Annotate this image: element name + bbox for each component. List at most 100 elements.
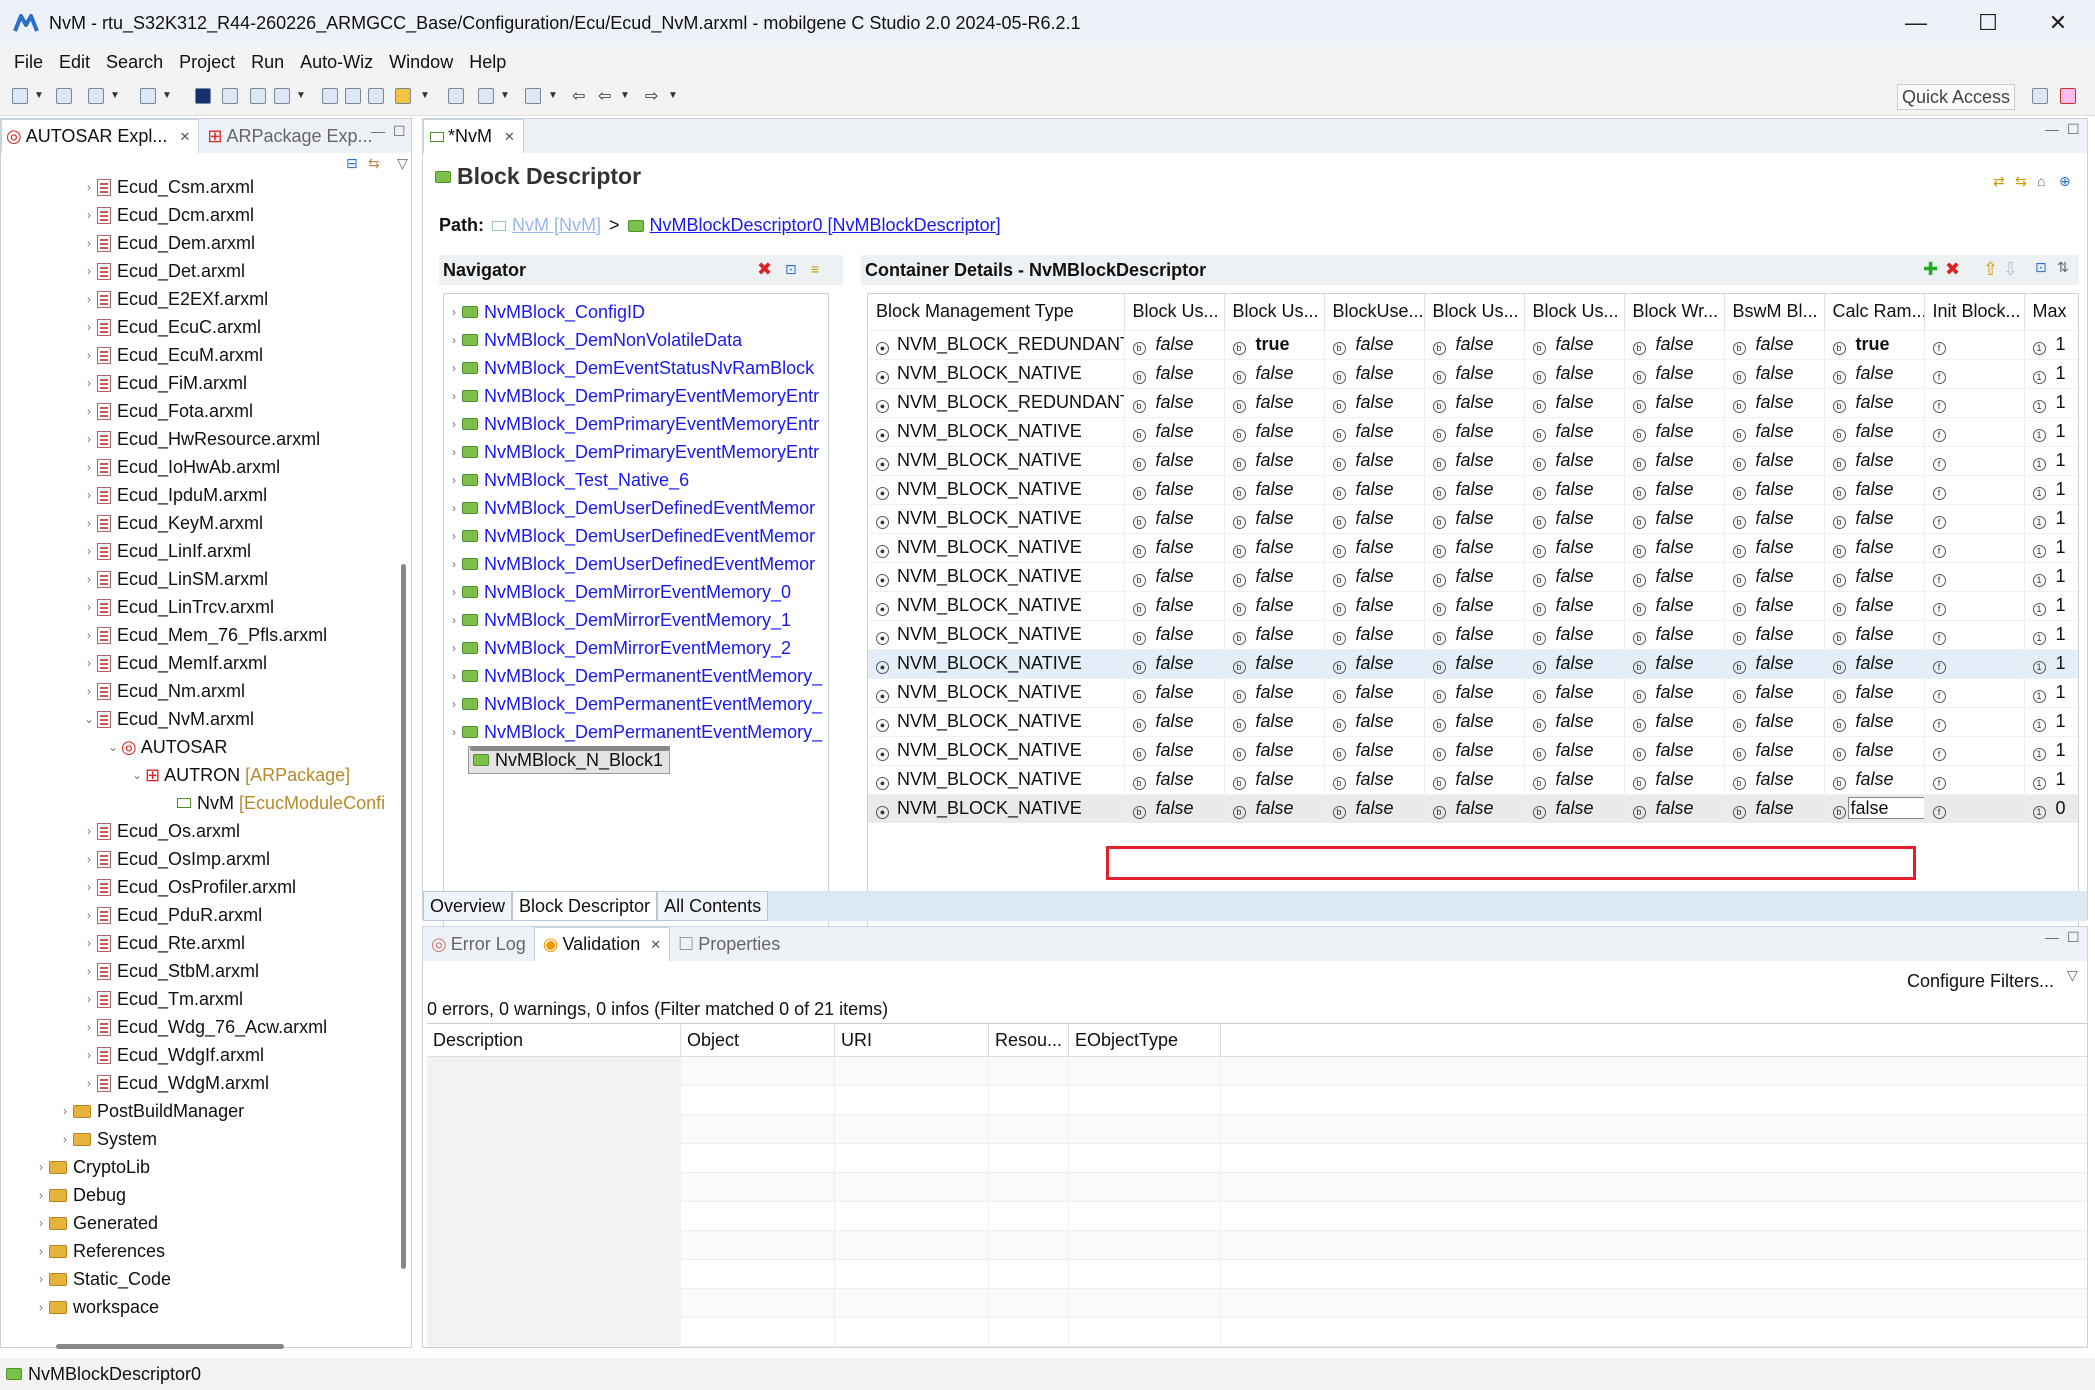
tree-item-file[interactable]: › Ecud_IpduM.arxml xyxy=(81,481,267,509)
minimize-icon[interactable]: — xyxy=(2045,929,2059,945)
tree-item-file[interactable]: › Ecud_KeyM.arxml xyxy=(81,509,263,537)
tool-icon[interactable] xyxy=(250,88,266,104)
column-header[interactable]: Init Block... xyxy=(1924,294,2025,330)
cell-max[interactable]: 11 xyxy=(2024,329,2078,359)
chevron-right-icon[interactable]: › xyxy=(81,208,97,222)
tree-item-nvm[interactable]: NvM [EcucModuleConfi xyxy=(177,789,385,817)
cell-management-type[interactable]: ● NVM_BLOCK_NATIVE xyxy=(868,590,1125,620)
cell-boolean[interactable]: b false xyxy=(1724,329,1825,359)
terminal-icon[interactable] xyxy=(195,88,211,104)
dropdown-icon[interactable]: ▼ xyxy=(34,90,44,101)
minimize-button[interactable]: — xyxy=(1885,0,1947,46)
dropdown-icon[interactable]: ▼ xyxy=(548,90,558,101)
cell-init-block[interactable]: f xyxy=(1924,532,2025,562)
menu-search[interactable]: Search xyxy=(106,52,163,73)
tree-item-file[interactable]: › Ecud_Tm.arxml xyxy=(81,985,243,1013)
dropdown-icon[interactable]: ▼ xyxy=(420,90,430,101)
tree-item-file[interactable]: › Ecud_EcuC.arxml xyxy=(81,313,261,341)
navigator-item[interactable]: › NvMBlock_DemPermanentEventMemory_ xyxy=(446,662,822,690)
cell-boolean[interactable]: b false xyxy=(1524,735,1625,765)
table-row[interactable]: ● NVM_BLOCK_NATIVE b false b false b false b fals… xyxy=(868,677,2078,707)
table-row[interactable]: ● NVM_BLOCK_NATIVE b false b false b false b fals… xyxy=(868,619,2078,649)
cell-boolean[interactable]: b false xyxy=(1524,416,1625,446)
cell-init-block[interactable]: f xyxy=(1924,474,2025,504)
column-header[interactable]: Block Wr... xyxy=(1624,294,1725,330)
cell-boolean[interactable]: b false xyxy=(1124,503,1225,533)
cell-boolean[interactable]: b false xyxy=(1824,706,1925,736)
cell-boolean[interactable]: b false xyxy=(1624,648,1725,678)
column-header[interactable]: Calc Ram... xyxy=(1824,294,1925,330)
close-icon[interactable]: ✕ xyxy=(179,129,190,145)
cell-max[interactable]: 11 xyxy=(2024,358,2078,388)
cell-boolean[interactable]: b false xyxy=(1724,561,1825,591)
cell-boolean[interactable]: b false xyxy=(1224,561,1325,591)
chevron-right-icon[interactable]: › xyxy=(446,697,462,711)
cell-management-type[interactable]: ● NVM_BLOCK_NATIVE xyxy=(868,503,1125,533)
menu-help[interactable]: Help xyxy=(469,52,506,73)
chevron-right-icon[interactable]: › xyxy=(33,1216,49,1230)
cell-boolean[interactable]: b false xyxy=(1624,706,1725,736)
column-header[interactable]: EObjectType xyxy=(1069,1024,1221,1058)
navigator-item[interactable]: › NvMBlock_ConfigID xyxy=(446,298,645,326)
dropdown-icon[interactable]: ▼ xyxy=(668,90,678,101)
cell-boolean[interactable]: b false xyxy=(1424,735,1525,765)
back-icon[interactable]: ⇦ xyxy=(572,86,585,106)
cell-init-block[interactable]: f xyxy=(1924,445,2025,475)
configure-filters-button[interactable]: Configure Filters... xyxy=(1907,971,2054,992)
cell-boolean[interactable]: b false xyxy=(1724,735,1825,765)
tree-item-file[interactable]: › Ecud_Csm.arxml xyxy=(81,173,254,201)
close-button[interactable]: ✕ xyxy=(2027,0,2089,46)
cell-boolean[interactable]: b false xyxy=(1224,445,1325,475)
cell-boolean[interactable]: b false xyxy=(1524,387,1625,417)
cell-management-type[interactable]: ● NVM_BLOCK_NATIVE xyxy=(868,677,1125,707)
cell-boolean[interactable]: b false xyxy=(1624,445,1725,475)
open-perspective-icon[interactable] xyxy=(2032,88,2048,104)
chevron-right-icon[interactable]: › xyxy=(81,544,97,558)
cell-management-type[interactable]: ● NVM_BLOCK_NATIVE xyxy=(868,416,1125,446)
tree-item-file[interactable]: › Ecud_LinSM.arxml xyxy=(81,565,268,593)
cell-max[interactable]: 11 xyxy=(2024,706,2078,736)
menu-auto-wiz[interactable]: Auto-Wiz xyxy=(300,52,373,73)
save-icon[interactable] xyxy=(56,88,72,104)
cell-boolean[interactable]: b false xyxy=(1824,590,1925,620)
tree-item-folder[interactable]: › Generated xyxy=(33,1209,158,1237)
cell-boolean[interactable]: b false xyxy=(1224,387,1325,417)
chevron-right-icon[interactable]: › xyxy=(81,404,97,418)
cell-init-block[interactable]: f xyxy=(1924,764,2025,794)
cell-management-type[interactable]: ● NVM_BLOCK_NATIVE xyxy=(868,735,1125,765)
dropdown-icon[interactable]: ▼ xyxy=(296,90,306,101)
chevron-right-icon[interactable]: › xyxy=(81,460,97,474)
sort-icon[interactable]: ⇅ xyxy=(2057,259,2069,276)
tree-item-file[interactable]: › Ecud_HwResource.arxml xyxy=(81,425,320,453)
cell-boolean[interactable]: b false xyxy=(1424,561,1525,591)
chevron-right-icon[interactable]: › xyxy=(446,361,462,375)
tree-item-file[interactable]: › Ecud_Rte.arxml xyxy=(81,929,245,957)
cell-boolean[interactable]: b false xyxy=(1724,590,1825,620)
column-header[interactable]: BlockUse... xyxy=(1324,294,1425,330)
cell-max[interactable]: 11 xyxy=(2024,503,2078,533)
cell-boolean[interactable]: b false xyxy=(1424,764,1525,794)
cell-management-type[interactable]: ● NVM_BLOCK_NATIVE xyxy=(868,532,1125,562)
chevron-right-icon[interactable]: › xyxy=(33,1300,49,1314)
cell-boolean[interactable]: b false xyxy=(1224,532,1325,562)
tree-item-file[interactable]: › Ecud_Dcm.arxml xyxy=(81,201,254,229)
table-row[interactable]: ● NVM_BLOCK_NATIVE b false b false b false b fals… xyxy=(868,532,2078,562)
delete-icon[interactable]: ✖ xyxy=(757,259,772,280)
add-icon[interactable]: ✚ xyxy=(1923,259,1938,280)
cell-boolean[interactable]: b false xyxy=(1324,532,1425,562)
cell-boolean[interactable]: b false xyxy=(1324,619,1425,649)
chevron-right-icon[interactable]: › xyxy=(81,880,97,894)
column-header[interactable]: Max xyxy=(2024,294,2078,330)
cell-management-type[interactable]: ● NVM_BLOCK_NATIVE xyxy=(868,474,1125,504)
chevron-right-icon[interactable]: › xyxy=(81,180,97,194)
chevron-right-icon[interactable]: › xyxy=(446,725,462,739)
cell-init-block[interactable]: f xyxy=(1924,387,2025,417)
cell-boolean[interactable]: b false xyxy=(1124,532,1225,562)
collapse-all-icon[interactable]: ⊟ xyxy=(346,155,358,172)
minimize-icon[interactable]: — xyxy=(371,123,385,139)
table-row[interactable]: ● NVM_BLOCK_NATIVE b false b false b false b fals… xyxy=(868,590,2078,620)
cell-boolean[interactable]: b false xyxy=(1424,590,1525,620)
cell-boolean[interactable]: b false xyxy=(1124,445,1225,475)
tree-item-file[interactable]: › Ecud_OsProfiler.arxml xyxy=(81,873,296,901)
cell-boolean[interactable]: b false xyxy=(1824,532,1925,562)
